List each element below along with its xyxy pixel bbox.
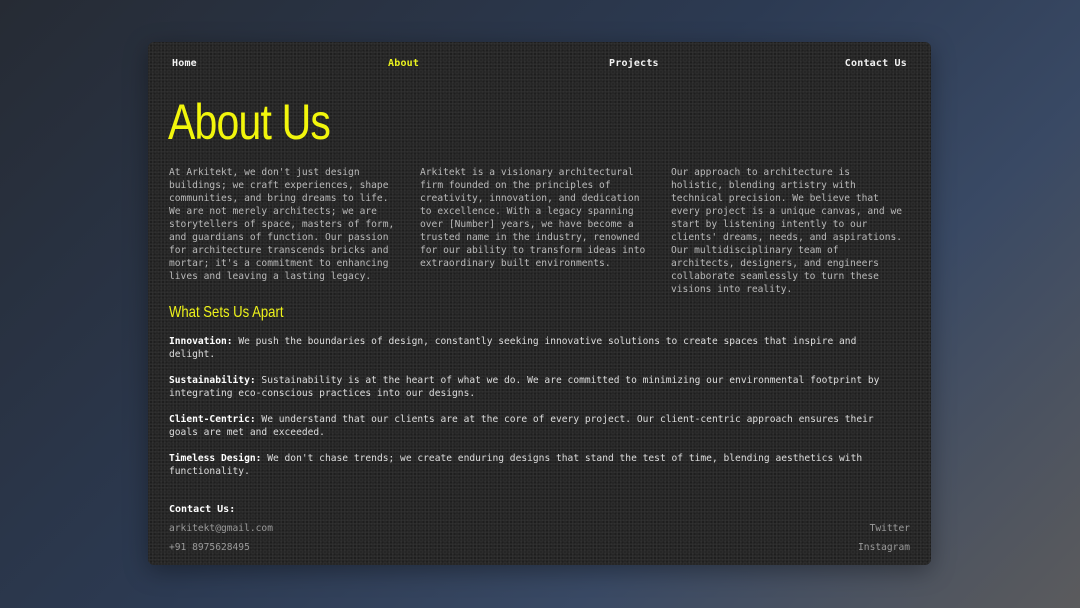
nav-home-link[interactable]: Home — [172, 58, 197, 70]
intro-column-3: Our approach to architecture is holistic… — [671, 167, 903, 295]
feature-text: We understand that our clients are at th… — [169, 414, 874, 438]
about-card: Home About Projects Contact Us About Us … — [148, 42, 931, 565]
feature-text: Sustainability is at the heart of what w… — [169, 375, 880, 399]
feature-text: We don't chase trends; we create endurin… — [169, 453, 863, 477]
feature-item-client-centric: Client-Centric: We understand that our c… — [169, 413, 899, 439]
feature-text: We push the boundaries of design, consta… — [169, 336, 857, 360]
nav-projects-link[interactable]: Projects — [609, 58, 659, 70]
feature-item-timeless-design: Timeless Design: We don't chase trends; … — [169, 452, 899, 478]
section-heading: What Sets Us Apart — [169, 304, 284, 321]
intro-column-1: At Arkitekt, we don't just design buildi… — [169, 167, 395, 282]
nav-contact-link[interactable]: Contact Us — [845, 58, 907, 70]
feature-label: Timeless Design: — [169, 453, 262, 464]
feature-item-innovation: Innovation: We push the boundaries of de… — [169, 335, 899, 361]
contact-email-link[interactable]: arkitekt@gmail.com — [169, 523, 273, 535]
contact-phone-link[interactable]: +91 8975628495 — [169, 542, 250, 554]
contact-heading: Contact Us: — [169, 504, 236, 515]
top-nav: Home About Projects Contact Us — [172, 58, 907, 70]
feature-label: Client-Centric: — [169, 414, 256, 425]
feature-item-sustainability: Sustainability: Sustainability is at the… — [169, 374, 899, 400]
feature-label: Innovation: — [169, 336, 233, 347]
twitter-link[interactable]: Twitter — [870, 523, 910, 535]
intro-column-2: Arkitekt is a visionary architectural fi… — [420, 167, 646, 269]
nav-about-link[interactable]: About — [388, 58, 419, 70]
feature-label: Sustainability: — [169, 375, 256, 386]
instagram-link[interactable]: Instagram — [858, 542, 910, 554]
page-title: About Us — [168, 94, 331, 150]
